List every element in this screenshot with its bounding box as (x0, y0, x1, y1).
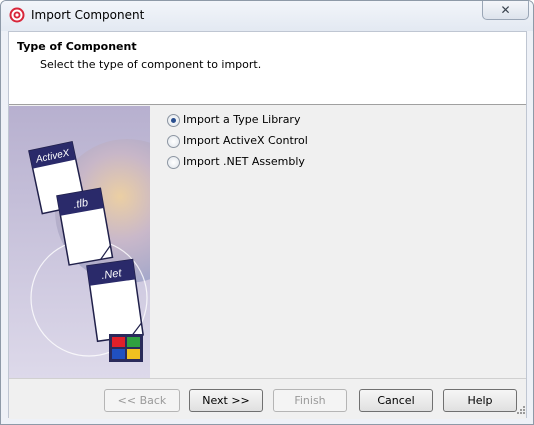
resize-grip-icon[interactable] (515, 404, 525, 414)
app-icon (9, 7, 25, 23)
dialog-body: Type of Component Select the type of com… (8, 31, 527, 419)
cancel-button[interactable]: Cancel (359, 389, 433, 412)
net-card: .Net (86, 258, 144, 343)
finish-button[interactable]: Finish (273, 389, 347, 412)
windows-logo-icon (109, 334, 143, 362)
back-button[interactable]: << Back (104, 389, 180, 412)
page-subtitle: Select the type of component to import. (40, 58, 262, 71)
radio-net-assembly[interactable] (167, 156, 180, 169)
window-title: Import Component (31, 8, 145, 22)
option-type-library-label[interactable]: Import a Type Library (183, 113, 300, 126)
wizard-illustration: ActiveX .tlb .Net (9, 106, 150, 378)
radio-activex-control[interactable] (167, 135, 180, 148)
title-bar[interactable]: Import Component ✕ (1, 1, 533, 31)
option-net-assembly-label[interactable]: Import .NET Assembly (183, 155, 305, 168)
wizard-header: Type of Component Select the type of com… (9, 32, 526, 105)
tlb-label: .tlb (72, 197, 89, 211)
import-component-dialog: Import Component ✕ Type of Component Sel… (0, 0, 534, 425)
radio-type-library[interactable] (167, 114, 180, 127)
next-button[interactable]: Next >> (189, 389, 263, 412)
page-title: Type of Component (17, 40, 137, 53)
help-button[interactable]: Help (443, 389, 517, 412)
close-icon: ✕ (500, 3, 511, 17)
close-button[interactable]: ✕ (482, 1, 529, 20)
option-activex-control-label[interactable]: Import ActiveX Control (183, 134, 308, 147)
button-bar: << Back Next >> Finish Cancel Help (9, 378, 526, 419)
